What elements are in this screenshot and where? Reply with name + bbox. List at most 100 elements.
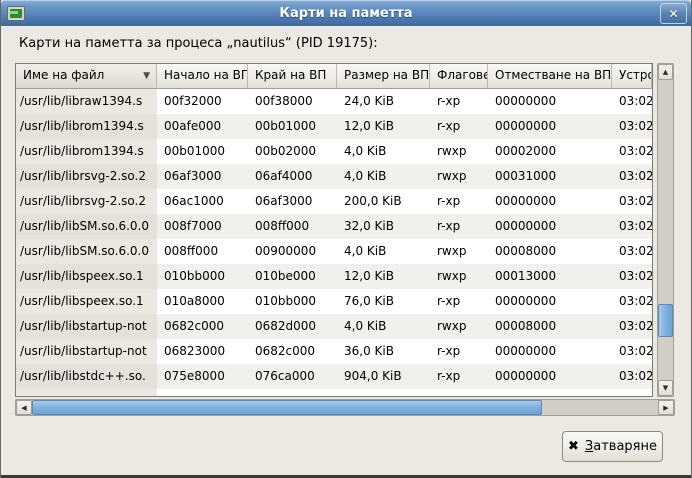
table-cell: 00000000 [488,339,612,364]
table-cell: /usr/lib/libstdc++.so. [16,364,157,389]
scroll-up-button[interactable]: ▲ [658,64,673,80]
column-header-vm-start[interactable]: Начало на ВП [157,64,248,89]
table-cell: 32,0 KiB [337,214,430,239]
table-cell: /usr/lib/libraw1394.s [16,89,157,114]
close-x-icon: ✖ [568,439,579,454]
table-cell: rwxp [430,239,488,264]
scroll-down-button[interactable]: ▼ [658,380,673,396]
horizontal-scrollbar[interactable]: ◀ ▶ [15,399,675,416]
table-row[interactable]: /usr/lib/libraw1394.s00f3200000f3800024,… [16,89,652,114]
table-row[interactable]: /usr/lib/libspeex.so.1010a8000010bb00076… [16,289,652,314]
scroll-left-button[interactable]: ◀ [16,400,32,415]
table-cell: 00008000 [488,239,612,264]
table-cell: 00afe000 [157,114,248,139]
close-icon: ✕ [668,7,678,21]
table-cell: 904,0 KiB [337,364,430,389]
table-body: /usr/lib/libraw1394.s00f3200000f3800024,… [16,89,652,389]
table-cell: /usr/lib/libspeex.so.1 [16,289,157,314]
close-button[interactable]: ✖ Затваряне [562,431,663,462]
table-cell: 03:02 [612,114,652,139]
table-cell: 06ac1000 [157,189,248,214]
table-cell: 00031000 [488,164,612,189]
table-row[interactable]: /usr/lib/libspeex.so.1010bb000010be00012… [16,264,652,289]
table-cell: 03:02 [612,289,652,314]
scroll-right-button[interactable]: ▶ [658,400,674,415]
table-cell: 36,0 KiB [337,339,430,364]
column-header-filename[interactable]: Име на файл ▼ [16,64,157,89]
table-cell: 00f32000 [157,89,248,114]
table-row[interactable]: /usr/lib/libSM.so.6.0.0008ff000009000004… [16,239,652,264]
table-cell: 0682d000 [248,314,337,339]
table-cell: 03:02 [612,139,652,164]
table-cell: 200,0 KiB [337,189,430,214]
horizontal-scrollbar-thumb[interactable] [32,400,542,415]
table-row[interactable]: /usr/lib/librom1394.s00afe00000b0100012,… [16,114,652,139]
table-cell: 03:02 [612,264,652,289]
table-cell: 076ca000 [248,364,337,389]
table-cell: 010a8000 [157,289,248,314]
table-cell: /usr/lib/libSM.so.6.0.0 [16,239,157,264]
table-cell: 06af3000 [248,189,337,214]
table-cell: 03:02 [612,364,652,389]
table-cell: 008ff000 [157,239,248,264]
table-cell: 24,0 KiB [337,89,430,114]
table-cell: 010be000 [248,264,337,289]
table-row[interactable]: /usr/lib/libstdc++.so.075e8000076ca00090… [16,364,652,389]
table-cell: /usr/lib/librsvg-2.so.2 [16,189,157,214]
table-cell: 06af3000 [157,164,248,189]
table-row[interactable]: /usr/lib/libstartup-not0682c0000682d0004… [16,314,652,339]
table-cell: 00000000 [488,214,612,239]
table-cell: 00000000 [488,189,612,214]
table-cell: 00b01000 [248,114,337,139]
table-cell: 00b02000 [248,139,337,164]
table-cell: 00013000 [488,264,612,289]
table-cell: /usr/lib/libSM.so.6.0.0 [16,214,157,239]
table-cell: 008ff000 [248,214,337,239]
table-cell: r-xp [430,289,488,314]
table-cell: 4,0 KiB [337,139,430,164]
table-cell: 4,0 KiB [337,164,430,189]
scroll-left-icon: ◀ [21,404,26,412]
scroll-down-icon: ▼ [663,384,668,392]
table-cell: 00000000 [488,364,612,389]
table-row[interactable]: /usr/lib/librom1394.s00b0100000b020004,0… [16,139,652,164]
table-cell: r-xp [430,189,488,214]
window-close-button[interactable]: ✕ [660,3,687,24]
sort-descending-icon: ▼ [143,64,150,88]
table-cell: 03:02 [612,189,652,214]
table-row[interactable]: /usr/lib/librsvg-2.so.206af300006af40004… [16,164,652,189]
vertical-scrollbar[interactable]: ▲ ▼ [657,63,674,397]
table-cell: 00000000 [488,89,612,114]
titlebar[interactable]: Карти на паметта ✕ [1,0,691,26]
table-cell: 00002000 [488,139,612,164]
column-header-device[interactable]: Устройство [612,64,652,89]
table-cell: /usr/lib/librom1394.s [16,139,157,164]
table-cell: 00f38000 [248,89,337,114]
column-header-vm-end[interactable]: Край на ВП [248,64,337,89]
scroll-right-icon: ▶ [663,404,668,412]
table-cell: /usr/lib/libspeex.so.1 [16,264,157,289]
table-cell: 4,0 KiB [337,314,430,339]
table-cell: 008f7000 [157,214,248,239]
table-header: Име на файл ▼ Начало на ВП Край на ВП Ра… [16,64,652,89]
table-cell: 0682c000 [248,339,337,364]
window-title: Карти на паметта [1,6,691,21]
table-cell: 03:02 [612,214,652,239]
table-cell: r-xp [430,89,488,114]
table-cell: r-xp [430,114,488,139]
table-row[interactable]: /usr/lib/librsvg-2.so.206ac100006af30002… [16,189,652,214]
table-filler [16,389,652,396]
table-row[interactable]: /usr/lib/libstartup-not068230000682c0003… [16,339,652,364]
table-cell: 12,0 KiB [337,264,430,289]
table-cell: 03:02 [612,314,652,339]
table-cell: 03:02 [612,339,652,364]
table-cell: rwxp [430,164,488,189]
column-header-flags[interactable]: Флагове [430,64,488,89]
table-cell: /usr/lib/librom1394.s [16,114,157,139]
column-header-vm-offset[interactable]: Отместване на ВП [488,64,612,89]
table-cell: r-xp [430,364,488,389]
column-header-vm-size[interactable]: Размер на ВП [337,64,430,89]
memory-map-table: Име на файл ▼ Начало на ВП Край на ВП Ра… [15,63,653,397]
table-row[interactable]: /usr/lib/libSM.so.6.0.0008f7000008ff0003… [16,214,652,239]
vertical-scrollbar-thumb[interactable] [658,304,673,337]
